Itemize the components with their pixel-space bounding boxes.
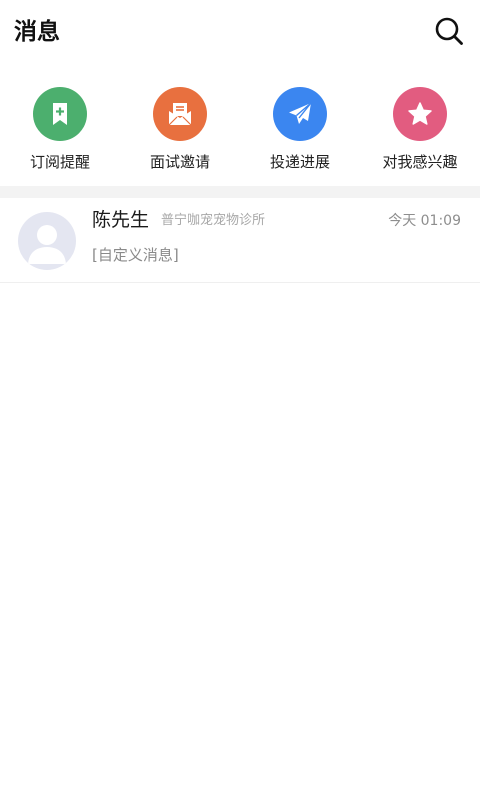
app-header: 消息 <box>0 0 480 64</box>
mail-open-icon <box>153 87 207 141</box>
quick-action-label: 对我感兴趣 <box>382 153 458 171</box>
quick-action-interview[interactable]: 面试邀请 <box>120 84 240 184</box>
quick-action-label: 订阅提醒 <box>29 153 90 171</box>
quick-action-subscription[interactable]: 订阅提醒 <box>0 84 120 184</box>
message-preview: [自定义消息] <box>92 246 179 264</box>
star-icon <box>393 87 447 141</box>
contact-name: 陈先生 <box>92 209 150 231</box>
paper-plane-icon <box>273 87 327 141</box>
quick-actions-row: 订阅提醒 面试邀请 投递进展 对我感兴趣 <box>0 84 480 184</box>
quick-action-label: 面试邀请 <box>149 153 210 171</box>
page-title: 消息 <box>14 19 60 45</box>
quick-action-interested[interactable]: 对我感兴趣 <box>360 84 480 184</box>
bookmark-plus-icon <box>33 87 87 141</box>
section-divider <box>0 186 480 198</box>
quick-action-label: 投递进展 <box>269 153 330 171</box>
search-button[interactable] <box>434 16 464 46</box>
message-time: 今天 01:09 <box>388 213 461 229</box>
quick-action-delivery[interactable]: 投递进展 <box>240 84 360 184</box>
contact-organization: 普宁咖宠宠物诊所 <box>161 213 266 228</box>
avatar <box>18 212 76 270</box>
default-avatar-icon <box>28 225 66 264</box>
message-list-item[interactable]: 陈先生 普宁咖宠宠物诊所 今天 01:09 [自定义消息] <box>0 198 480 283</box>
search-icon <box>435 17 463 45</box>
